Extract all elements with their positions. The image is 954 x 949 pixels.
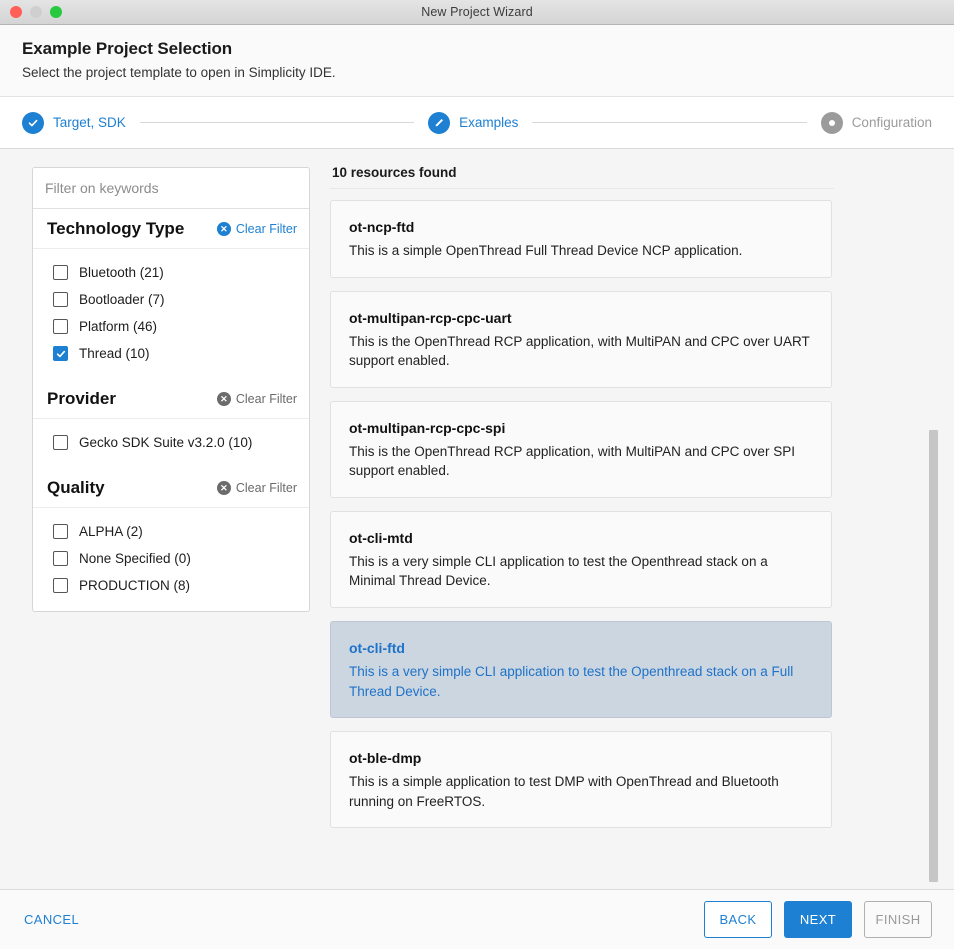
wizard-content: Technology Type ✕ Clear Filter Bluetooth… (0, 149, 954, 890)
result-card-ot-multipan-rcp-cpc-spi[interactable]: ot-multipan-rcp-cpc-spi This is the Open… (330, 401, 832, 498)
clear-filter-x-icon: ✕ (217, 392, 231, 406)
pencil-icon (428, 112, 450, 134)
filter-keyword-input[interactable] (33, 168, 309, 209)
step-target-sdk[interactable]: Target, SDK (22, 112, 126, 134)
filter-group-title: Quality (47, 478, 105, 498)
checkbox-thread[interactable] (53, 346, 68, 361)
checkbox-bootloader[interactable] (53, 292, 68, 307)
filter-options-provider: Gecko SDK Suite v3.2.0 (10) (33, 419, 309, 468)
page-subtitle: Select the project template to open in S… (22, 65, 954, 80)
filter-option-gecko-sdk-suite[interactable]: Gecko SDK Suite v3.2.0 (10) (33, 429, 309, 456)
wizard-footer: CANCEL BACK NEXT FINISH (0, 890, 954, 949)
filter-group-header-quality: Quality ✕ Clear Filter (33, 468, 309, 508)
result-description: This is the OpenThread RCP application, … (349, 332, 813, 371)
result-card-ot-ncp-ftd[interactable]: ot-ncp-ftd This is a simple OpenThread F… (330, 200, 832, 278)
result-description: This is a very simple CLI application to… (349, 552, 813, 591)
stepper-connector-2 (532, 122, 806, 123)
clear-filter-label: Clear Filter (236, 392, 297, 406)
clear-filter-x-icon: ✕ (217, 481, 231, 495)
checkbox-gecko-sdk-suite[interactable] (53, 435, 68, 450)
new-project-wizard-window: New Project Wizard Example Project Selec… (0, 0, 954, 949)
result-title: ot-ncp-ftd (349, 219, 813, 235)
clear-filter-technology-type[interactable]: ✕ Clear Filter (217, 222, 297, 236)
wizard-stepper: Target, SDK Examples Configuration (0, 97, 954, 149)
clear-filter-x-icon: ✕ (217, 222, 231, 236)
filter-option-bootloader[interactable]: Bootloader (7) (33, 286, 309, 313)
back-button[interactable]: BACK (704, 901, 772, 938)
filter-option-thread[interactable]: Thread (10) (33, 340, 309, 367)
filter-panel: Technology Type ✕ Clear Filter Bluetooth… (32, 167, 310, 612)
result-title: ot-ble-dmp (349, 750, 813, 766)
minimize-window-button[interactable] (30, 6, 42, 18)
result-title: ot-multipan-rcp-cpc-uart (349, 310, 813, 326)
results-list: ot-ncp-ftd This is a simple OpenThread F… (330, 200, 832, 828)
filter-option-bluetooth[interactable]: Bluetooth (21) (33, 259, 309, 286)
traffic-lights (10, 0, 62, 24)
dot-icon (821, 112, 843, 134)
result-card-ot-cli-mtd[interactable]: ot-cli-mtd This is a very simple CLI app… (330, 511, 832, 608)
result-card-ot-multipan-rcp-cpc-uart[interactable]: ot-multipan-rcp-cpc-uart This is the Ope… (330, 291, 832, 388)
result-title: ot-cli-mtd (349, 530, 813, 546)
filter-group-header-provider: Provider ✕ Clear Filter (33, 379, 309, 419)
filter-option-label: ALPHA (2) (79, 524, 143, 539)
checkbox-bluetooth[interactable] (53, 265, 68, 280)
filter-group-header-technology-type: Technology Type ✕ Clear Filter (33, 209, 309, 249)
step-configuration[interactable]: Configuration (821, 112, 932, 134)
close-window-button[interactable] (10, 6, 22, 18)
clear-filter-provider[interactable]: ✕ Clear Filter (217, 392, 297, 406)
results-count-label: 10 resources found (330, 165, 834, 189)
clear-filter-quality[interactable]: ✕ Clear Filter (217, 481, 297, 495)
maximize-window-button[interactable] (50, 6, 62, 18)
results-column: 10 resources found ot-ncp-ftd This is a … (322, 149, 954, 889)
filter-option-label: Bluetooth (21) (79, 265, 164, 280)
result-card-ot-cli-ftd[interactable]: ot-cli-ftd This is a very simple CLI app… (330, 621, 832, 718)
filter-column: Technology Type ✕ Clear Filter Bluetooth… (0, 149, 322, 889)
wizard-header: Example Project Selection Select the pro… (0, 25, 954, 97)
checkbox-production[interactable] (53, 578, 68, 593)
checkbox-none-specified[interactable] (53, 551, 68, 566)
filter-options-technology-type: Bluetooth (21) Bootloader (7) Platform (… (33, 249, 309, 379)
next-button[interactable]: NEXT (784, 901, 852, 938)
check-icon (22, 112, 44, 134)
page-title: Example Project Selection (22, 39, 954, 59)
finish-button: FINISH (864, 901, 932, 938)
step-label-configuration: Configuration (852, 115, 932, 130)
step-label-examples: Examples (459, 115, 518, 130)
clear-filter-label: Clear Filter (236, 222, 297, 236)
filter-options-quality: ALPHA (2) None Specified (0) PRODUCTION … (33, 508, 309, 611)
result-description: This is the OpenThread RCP application, … (349, 442, 813, 481)
filter-option-alpha[interactable]: ALPHA (2) (33, 518, 309, 545)
results-scrollbar[interactable] (929, 149, 938, 889)
step-label-target-sdk: Target, SDK (53, 115, 126, 130)
clear-filter-label: Clear Filter (236, 481, 297, 495)
result-title: ot-multipan-rcp-cpc-spi (349, 420, 813, 436)
filter-option-none-specified[interactable]: None Specified (0) (33, 545, 309, 572)
checkbox-platform[interactable] (53, 319, 68, 334)
result-title: ot-cli-ftd (349, 640, 813, 656)
filter-option-production[interactable]: PRODUCTION (8) (33, 572, 309, 599)
filter-group-title: Technology Type (47, 219, 184, 239)
results-scrollbar-thumb[interactable] (929, 430, 938, 882)
filter-group-title: Provider (47, 389, 116, 409)
filter-option-label: Gecko SDK Suite v3.2.0 (10) (79, 435, 252, 450)
step-examples[interactable]: Examples (428, 112, 518, 134)
result-description: This is a simple application to test DMP… (349, 772, 813, 811)
filter-option-label: PRODUCTION (8) (79, 578, 190, 593)
window-title: New Project Wizard (421, 5, 533, 19)
stepper-connector-1 (140, 122, 414, 123)
result-description: This is a very simple CLI application to… (349, 662, 813, 701)
filter-option-platform[interactable]: Platform (46) (33, 313, 309, 340)
result-card-ot-ble-dmp[interactable]: ot-ble-dmp This is a simple application … (330, 731, 832, 828)
filter-option-label: Bootloader (7) (79, 292, 165, 307)
checkbox-alpha[interactable] (53, 524, 68, 539)
filter-option-label: Thread (10) (79, 346, 150, 361)
result-description: This is a simple OpenThread Full Thread … (349, 241, 813, 261)
filter-option-label: Platform (46) (79, 319, 157, 334)
filter-option-label: None Specified (0) (79, 551, 191, 566)
cancel-button[interactable]: CANCEL (22, 906, 81, 933)
window-titlebar: New Project Wizard (0, 0, 954, 25)
